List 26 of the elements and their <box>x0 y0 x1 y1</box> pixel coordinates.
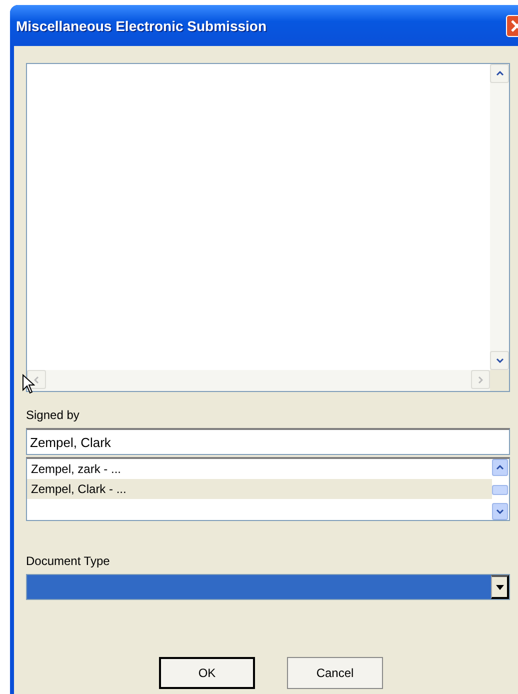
list-item[interactable]: Zempel, zark - ... <box>27 459 492 479</box>
chevron-right-icon <box>478 376 483 384</box>
list-item[interactable]: Zempel, Clark - ... <box>27 479 492 499</box>
scroll-up-button[interactable] <box>492 459 508 476</box>
scroll-up-button[interactable] <box>490 64 509 83</box>
chevron-left-icon <box>34 376 39 384</box>
chevron-down-icon <box>496 358 504 363</box>
ok-button[interactable]: OK <box>159 657 255 689</box>
signer-field[interactable]: Zempel, Clark <box>26 428 510 455</box>
chevron-down-icon <box>496 509 504 514</box>
chevron-up-icon <box>496 465 504 470</box>
document-type-dropdown[interactable] <box>26 574 510 600</box>
scroll-down-button[interactable] <box>490 351 509 370</box>
scroll-thumb[interactable] <box>492 484 508 494</box>
signer-list[interactable]: Zempel, zark - ... Zempel, Clark - ... <box>26 457 510 521</box>
field-label: Document Type <box>26 554 111 568</box>
cursor-icon <box>22 374 35 394</box>
dropdown-button[interactable] <box>491 575 509 599</box>
scrollbar-corner <box>490 370 509 391</box>
field-label: Signed by <box>26 408 80 422</box>
caret-down-icon <box>496 584 504 590</box>
chevron-up-icon <box>496 71 504 76</box>
scroll-down-button[interactable] <box>492 503 508 520</box>
window-title: Miscellaneous Electronic Submission <box>16 18 267 34</box>
memo-field[interactable] <box>26 63 510 392</box>
cancel-button[interactable]: Cancel <box>287 657 383 689</box>
